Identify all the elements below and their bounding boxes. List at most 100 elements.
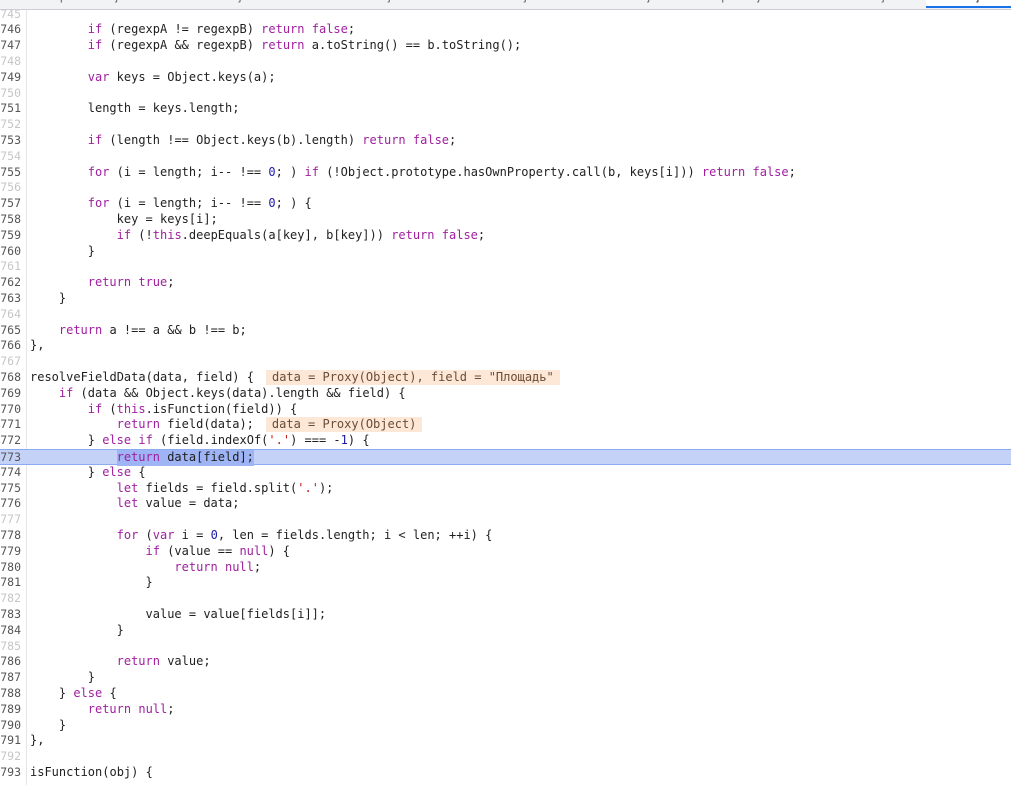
line-number[interactable]: 780 bbox=[0, 560, 21, 576]
code-line-active[interactable]: 773 return data[field]; bbox=[0, 448, 1011, 466]
code-line[interactable]: 764 bbox=[0, 307, 1011, 323]
code-line[interactable]: 767 bbox=[0, 354, 1011, 370]
line-number[interactable]: 763 bbox=[0, 291, 21, 307]
line-number[interactable]: 778 bbox=[0, 528, 21, 544]
line-number[interactable]: 770 bbox=[0, 402, 21, 418]
line-number[interactable]: 752 bbox=[0, 117, 21, 133]
code-line[interactable]: 770 if (this.isFunction(field)) { bbox=[0, 402, 1011, 418]
line-number[interactable]: 762 bbox=[0, 275, 21, 291]
code-line[interactable]: 791}, bbox=[0, 733, 1011, 749]
line-number[interactable]: 754 bbox=[0, 149, 21, 165]
code-line[interactable]: 747 if (regexpA && regexpB) return a.toSt… bbox=[0, 38, 1011, 54]
line-number[interactable]: 768 bbox=[0, 370, 21, 386]
line-number[interactable]: 789 bbox=[0, 702, 21, 718]
line-number[interactable]: 772 bbox=[0, 433, 21, 449]
line-number[interactable]: 761 bbox=[0, 259, 21, 275]
code-line[interactable]: 778 for (var i = 0, len = fields.length; … bbox=[0, 528, 1011, 544]
code-line[interactable]: 785 bbox=[0, 639, 1011, 655]
code-line[interactable]: 754 bbox=[0, 149, 1011, 165]
code-line[interactable]: 776 let value = data; bbox=[0, 496, 1011, 512]
line-number[interactable]: 748 bbox=[0, 54, 21, 70]
line-number[interactable]: 787 bbox=[0, 670, 21, 686]
line-number[interactable]: 776 bbox=[0, 496, 21, 512]
code-line[interactable]: 765 return a !== a && b !== b; bbox=[0, 323, 1011, 339]
code-line[interactable]: 786 return value; bbox=[0, 654, 1011, 670]
code-line[interactable]: 792 bbox=[0, 749, 1011, 765]
code-line[interactable]: 763} bbox=[0, 291, 1011, 307]
line-number[interactable]: 746 bbox=[0, 22, 21, 38]
line-number[interactable]: 774 bbox=[0, 465, 21, 481]
code-line[interactable]: 762 return true; bbox=[0, 275, 1011, 291]
line-number[interactable]: 781 bbox=[0, 575, 21, 591]
file-tab[interactable]: tooltip.esm.js bbox=[696, 0, 796, 8]
code-line[interactable]: 748 bbox=[0, 54, 1011, 70]
line-number[interactable]: 779 bbox=[0, 544, 21, 560]
code-line[interactable]: 774} else { bbox=[0, 465, 1011, 481]
line-number[interactable]: 785 bbox=[0, 639, 21, 655]
line-number[interactable]: 790 bbox=[0, 718, 21, 734]
line-number[interactable]: 755 bbox=[0, 165, 21, 181]
line-number[interactable]: 751 bbox=[0, 101, 21, 117]
line-number[interactable]: 760 bbox=[0, 244, 21, 260]
code-line[interactable]: 749 var keys = Object.keys(a); bbox=[0, 70, 1011, 86]
code-line[interactable]: 757 for (i = length; i-- !== 0; ) { bbox=[0, 196, 1011, 212]
code-line[interactable]: 772} else if (field.indexOf('.') === -1)… bbox=[0, 433, 1011, 449]
line-number[interactable]: 756 bbox=[0, 180, 21, 196]
code-line[interactable]: 746 if (regexpA != regexpB) return false; bbox=[0, 22, 1011, 38]
line-number[interactable]: 792 bbox=[0, 749, 21, 765]
line-number[interactable]: 757 bbox=[0, 196, 21, 212]
code-line[interactable]: 784} bbox=[0, 623, 1011, 639]
code-line[interactable]: 793 isFunction(obj) { bbox=[0, 765, 1011, 781]
line-number[interactable]: 769 bbox=[0, 386, 21, 402]
line-number[interactable]: 773 bbox=[0, 450, 21, 466]
line-number[interactable]: 764 bbox=[0, 307, 21, 323]
code-line[interactable]: 750 bbox=[0, 86, 1011, 102]
line-number[interactable]: 777 bbox=[0, 512, 21, 528]
line-number[interactable]: 750 bbox=[0, 86, 21, 102]
code-line[interactable]: 777 bbox=[0, 512, 1011, 528]
code-line[interactable]: 760} bbox=[0, 244, 1011, 260]
code-line[interactable]: 753 if (length !== Object.keys(b).length)… bbox=[0, 133, 1011, 149]
file-tab[interactable]: selectbutton.esm.js bbox=[430, 0, 570, 8]
line-number[interactable]: 767 bbox=[0, 354, 21, 370]
file-tab[interactable]: utils.esm.js bbox=[926, 0, 1011, 8]
code-line[interactable]: 779 if (value == null) { bbox=[0, 544, 1011, 560]
line-number[interactable]: 758 bbox=[0, 212, 21, 228]
code-line[interactable]: 775 let fields = field.split('.'); bbox=[0, 481, 1011, 497]
file-tab[interactable]: multiselect.esm.js bbox=[302, 0, 422, 8]
line-number[interactable]: 775 bbox=[0, 481, 21, 497]
line-number[interactable]: 771 bbox=[0, 417, 21, 433]
line-number[interactable]: 786 bbox=[0, 654, 21, 670]
line-number[interactable]: 749 bbox=[0, 70, 21, 86]
line-number[interactable]: 791 bbox=[0, 733, 21, 749]
code-line[interactable]: 781} bbox=[0, 575, 1011, 591]
code-line[interactable]: 756 bbox=[0, 180, 1011, 196]
line-number[interactable]: 759 bbox=[0, 228, 21, 244]
code-line[interactable]: 768 resolveFieldData(data, field) {data =… bbox=[0, 369, 1011, 386]
code-line[interactable]: 761 bbox=[0, 259, 1011, 275]
code-line[interactable]: 780 return null; bbox=[0, 560, 1011, 576]
line-number[interactable]: 753 bbox=[0, 133, 21, 149]
code-line[interactable]: 782 bbox=[0, 591, 1011, 607]
line-number[interactable]: 788 bbox=[0, 686, 21, 702]
line-number[interactable]: 782 bbox=[0, 591, 21, 607]
code-line[interactable]: 766}, bbox=[0, 338, 1011, 354]
code-line[interactable]: 769 if (data && Object.keys(data).length … bbox=[0, 386, 1011, 402]
code-line[interactable]: 783 value = value[fields[i]]; bbox=[0, 607, 1011, 623]
code-view[interactable]: 745 746 if (regexpA != regexpB) return fal… bbox=[0, 0, 1011, 785]
code-line[interactable]: 755 for (i = length; i-- !== 0; ) if (!Ob… bbox=[0, 165, 1011, 181]
file-tab[interactable]: autocomplete.esm.js bbox=[14, 0, 144, 8]
line-number[interactable]: 766 bbox=[0, 338, 21, 354]
code-line[interactable]: 787} bbox=[0, 670, 1011, 686]
line-number[interactable]: 784 bbox=[0, 623, 21, 639]
file-tab[interactable]: datatable.esm.js bbox=[160, 0, 290, 8]
code-line[interactable]: 789 return null; bbox=[0, 702, 1011, 718]
line-number[interactable]: 747 bbox=[0, 38, 21, 54]
file-tab[interactable]: tabview.esm.js bbox=[578, 0, 688, 8]
code-line[interactable]: 759 if (!this.deepEquals(a[key], b[key]))… bbox=[0, 228, 1011, 244]
code-line[interactable]: 751 length = keys.length; bbox=[0, 101, 1011, 117]
code-line[interactable]: 788} else { bbox=[0, 686, 1011, 702]
line-number[interactable]: 765 bbox=[0, 323, 21, 339]
code-line[interactable]: 752 bbox=[0, 117, 1011, 133]
code-line[interactable]: 758 key = keys[i]; bbox=[0, 212, 1011, 228]
